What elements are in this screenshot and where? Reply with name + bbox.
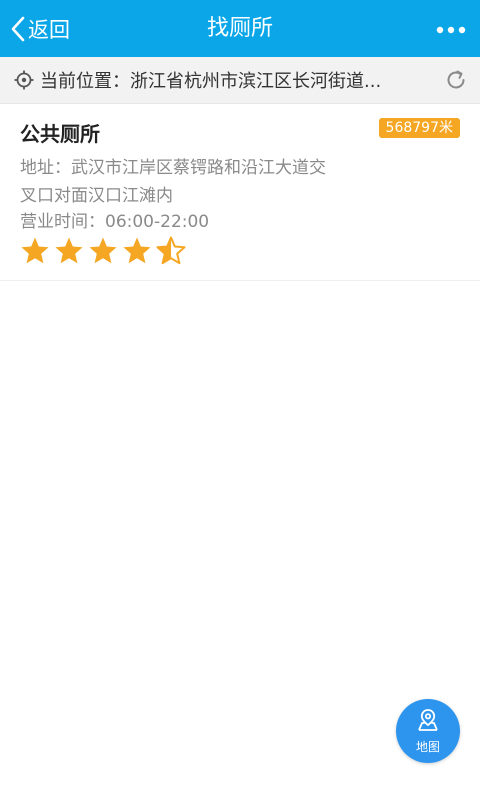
toilet-list-item[interactable]: 公共厕所 568797米 地址：武汉市江岸区蔡锷路和沿江大道交叉口对面汉口江滩内… bbox=[0, 104, 480, 281]
refresh-icon bbox=[444, 70, 468, 96]
star-full-icon bbox=[89, 237, 117, 264]
app-screen: 返回 找厕所 当前位置：浙江省杭州市滨江区长河街道... 公共厕所 568797… bbox=[0, 0, 480, 800]
more-dots-icon bbox=[436, 19, 466, 38]
star-half-icon bbox=[156, 236, 186, 265]
more-button[interactable] bbox=[434, 0, 468, 57]
refresh-location-button[interactable] bbox=[444, 68, 468, 92]
page-title: 找厕所 bbox=[206, 16, 273, 41]
star-full-icon bbox=[123, 237, 151, 264]
locate-icon bbox=[14, 70, 34, 90]
header-bar: 返回 找厕所 bbox=[0, 0, 480, 57]
map-pin-icon bbox=[416, 708, 440, 736]
star-full-icon bbox=[21, 237, 49, 264]
star-full-icon bbox=[55, 237, 83, 264]
opening-hours: 营业时间：06:00-22:00 bbox=[20, 212, 210, 232]
distance-badge: 568797米 bbox=[378, 118, 460, 138]
toilet-name: 公共厕所 bbox=[20, 122, 100, 146]
current-location-bar: 当前位置：浙江省杭州市滨江区长河街道... bbox=[0, 57, 480, 104]
star-rating bbox=[20, 236, 190, 266]
back-button[interactable]: 返回 bbox=[10, 0, 70, 57]
back-label: 返回 bbox=[28, 17, 70, 42]
map-button[interactable]: 地图 bbox=[396, 699, 460, 763]
chevron-left-icon bbox=[10, 16, 26, 42]
toilet-address: 地址：武汉市江岸区蔡锷路和沿江大道交叉口对面汉口江滩内 bbox=[20, 158, 326, 206]
map-button-label: 地图 bbox=[415, 739, 440, 754]
current-location-text: 当前位置：浙江省杭州市滨江区长河街道... bbox=[40, 71, 382, 92]
